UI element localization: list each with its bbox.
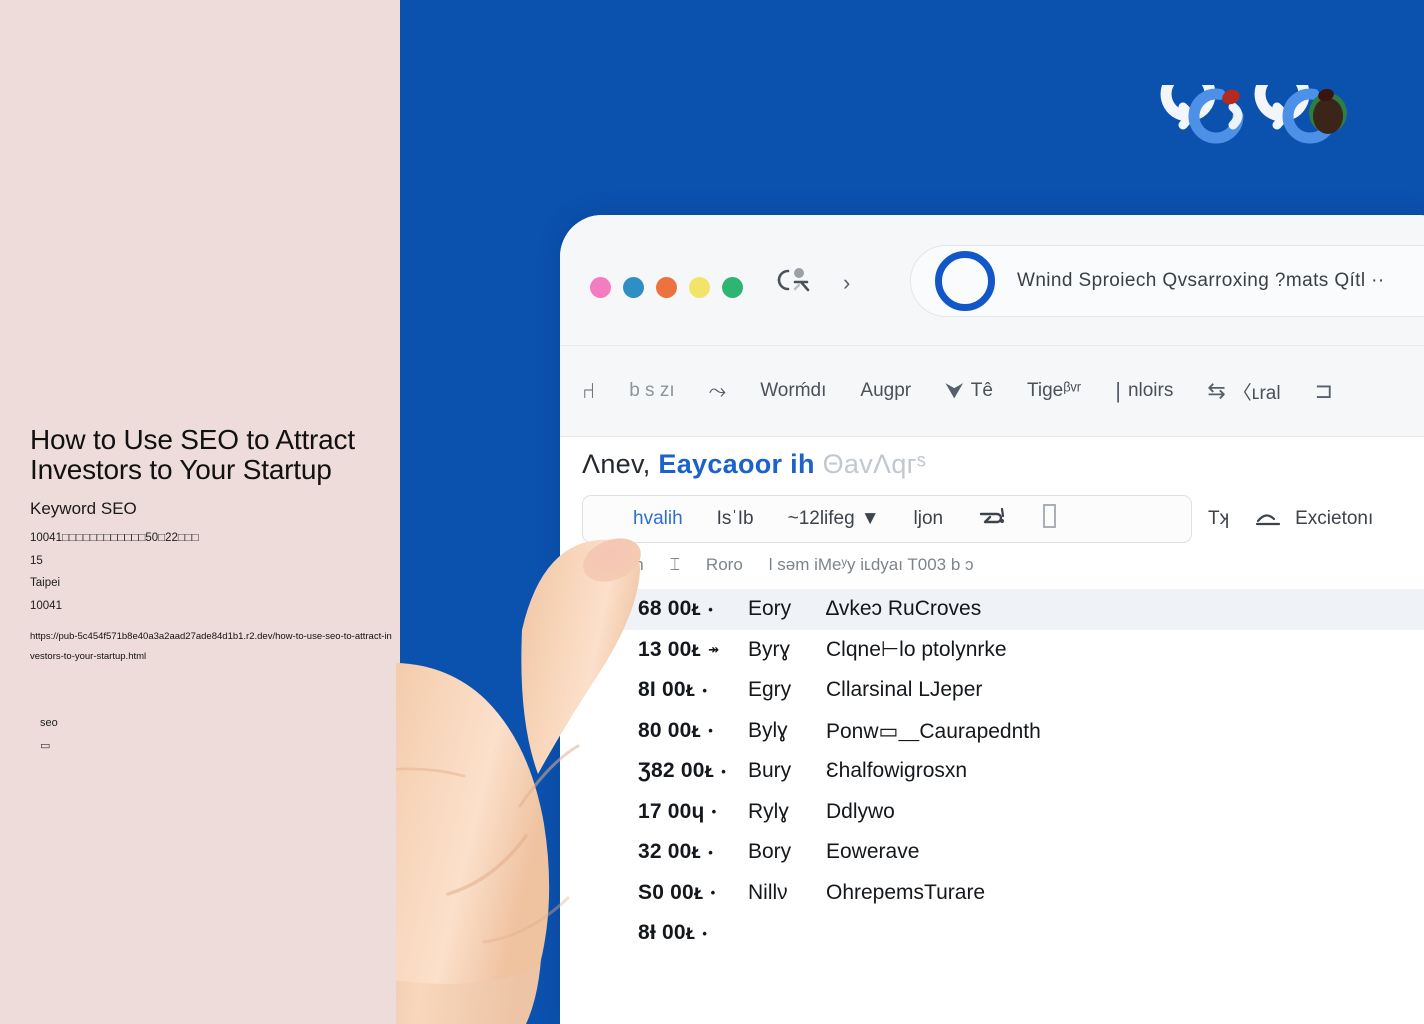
column-header-2: Roro	[705, 555, 743, 574]
row-text: Ɛhalfowigrosxn	[826, 759, 968, 783]
row-text: OhrepemsTurare	[826, 880, 986, 904]
row-trend-icon: •	[708, 723, 714, 739]
filter-primary[interactable]: hvalih	[633, 508, 683, 530]
row-text: Ponw▭⸏Caurapednth	[826, 719, 1041, 743]
window-dot-green[interactable]	[722, 277, 743, 298]
row-mid: Eory	[748, 597, 792, 621]
address-bar-text: Wnind Sproiech Qvsarroxing ?mats Qítl ··	[1017, 270, 1385, 291]
row-mid: Egry	[748, 678, 792, 702]
seo-tag: seo	[40, 717, 58, 730]
address-bar[interactable]: Wnind Sproiech Qvsarroxing ?mats Qítl ··	[910, 245, 1424, 317]
filter-item-2[interactable]: ljon	[914, 508, 944, 530]
row-trend-icon: •	[702, 925, 708, 941]
toolbar-item-0[interactable]: ⑁	[582, 378, 595, 404]
back-navigation-icon[interactable]	[775, 263, 817, 302]
toolbar-item-9[interactable]: ⊐	[1315, 378, 1333, 404]
headline-lead: Λnev,	[582, 449, 651, 479]
panel-glyph-icon: ▭	[40, 740, 50, 753]
row-text: Clqne⊢lo ptolynrke	[826, 638, 1007, 662]
frame-glyph-icon: ⊐	[1314, 378, 1334, 403]
bookmark-glyph-icon: ⑁	[582, 378, 596, 403]
filter-right-1[interactable]: Excietonı	[1255, 505, 1373, 533]
flag-glyph-icon: ⮟	[945, 378, 964, 403]
window-dot-pink[interactable]	[590, 277, 611, 298]
toolbar-item-8[interactable]: ⇆ 〈ʟral	[1207, 378, 1280, 405]
browser-toolbar[interactable]: ⑁ b s zı ⤳ Worḿdı Augpr ⮟ Tê Tigeᵝᵛʳ | …	[560, 345, 1424, 437]
meta-line-postcode: 10041	[30, 599, 62, 612]
toolbar-item-6[interactable]: Tigeᵝᵛʳ	[1027, 380, 1081, 402]
filter-right-1-label: Excietonı	[1295, 508, 1374, 529]
row-mid: Bory	[748, 840, 792, 864]
row-mid: Byrɣ	[748, 637, 791, 661]
toolbar-item-8-label: 〈ʟral	[1232, 382, 1281, 404]
row-trend-icon: ↠	[708, 641, 720, 657]
forward-chevron-icon[interactable]: ›	[843, 270, 850, 296]
row-trend-icon: •	[708, 601, 714, 617]
content-headline: Λnev, Eaycaoor ih ΘavΛqгˢ	[582, 449, 926, 480]
headline-trailing: ΘavΛqгˢ	[822, 449, 927, 479]
toolbar-item-5[interactable]: ⮟ Tê	[945, 378, 993, 404]
keyword-label: Keyword SEO	[30, 499, 137, 519]
filter-right-group[interactable]: Tʞ Excietonı	[1208, 495, 1373, 543]
toolbar-item-7-label: nloirs	[1127, 380, 1174, 401]
pointing-hand	[356, 538, 696, 1024]
filter-item-3[interactable]	[977, 504, 1007, 534]
row-trend-icon: •	[711, 804, 717, 820]
column-header-3: l səm iMeʸy iʟdyaı T003 b ɔ	[768, 555, 974, 574]
window-dot-orange[interactable]	[656, 277, 677, 298]
filter-item-0[interactable]: IsˈIb	[717, 508, 754, 530]
row-trend-icon: •	[721, 763, 727, 779]
window-dot-yellow[interactable]	[689, 277, 710, 298]
row-text: Eowerave	[826, 840, 920, 864]
page-title: How to Use SEO to Attract Investors to Y…	[30, 424, 355, 486]
reply-glyph-icon	[977, 504, 1007, 534]
meta-line-city: Taipei	[30, 577, 61, 590]
row-mid: Bury	[748, 759, 792, 783]
site-ring-icon	[935, 251, 995, 311]
headline-emphasis: Eaycaoor ih	[658, 449, 815, 479]
meta-line-address: 10041□□□□□□□□□□□□50□22□□□	[30, 532, 199, 545]
filter-item-1-label: ~12lifeg	[787, 508, 855, 529]
row-mid: Rylɣ	[748, 799, 789, 823]
chevron-down-icon: ▼	[860, 508, 880, 529]
article-url[interactable]: https://pub-5c454f571b8e40a3a2aad27ade84…	[30, 627, 392, 667]
column-glyph-icon	[1041, 503, 1057, 535]
filter-bar[interactable]: hvalih IsˈIb ~12lifeg ▼ ljon	[582, 495, 1192, 543]
row-text: ∆vkeɔ RuCroves	[826, 597, 982, 621]
left-info-panel: How to Use SEO to Attract Investors to Y…	[0, 0, 400, 1024]
row-mid: Nillν	[748, 880, 788, 904]
brand-logo	[1160, 66, 1360, 147]
filter-item-1[interactable]: ~12lifeg ▼	[788, 508, 880, 530]
filter-right-0[interactable]: Tʞ	[1208, 508, 1229, 530]
row-trend-icon: •	[710, 885, 716, 901]
meta-line-number: 15	[30, 554, 43, 567]
toolbar-item-1[interactable]: b s zı	[629, 380, 674, 402]
toolbar-item-3[interactable]: Worḿdı	[760, 380, 826, 402]
row-mid: Bylɣ	[748, 718, 788, 742]
window-dot-blue[interactable]	[623, 277, 644, 298]
toolbar-item-5-label: Tê	[970, 380, 993, 401]
pipe-divider-icon: |	[1115, 378, 1121, 403]
cart-glyph-icon: ⇆	[1207, 378, 1226, 403]
row-text: Ddlywo	[826, 799, 895, 823]
browser-chrome: › Wnind Sproiech Qvsarroxing ?mats Qítl …	[560, 215, 1424, 345]
toolbar-item-7[interactable]: | nloirs	[1115, 378, 1173, 404]
window-controls[interactable]	[590, 277, 743, 298]
row-trend-icon: •	[702, 682, 708, 698]
toolbar-item-2[interactable]: ⤳	[709, 378, 727, 404]
sort-glyph-icon	[1255, 505, 1285, 533]
row-trend-icon: •	[708, 844, 714, 860]
screenshot-stage: How to Use SEO to Attract Investors to Y…	[0, 0, 1424, 1024]
scatter-glyph-icon: ⤳	[708, 378, 727, 403]
row-text: Cllarsinal LJeper	[826, 678, 983, 702]
filter-item-4[interactable]	[1041, 503, 1057, 535]
toolbar-item-4[interactable]: Augpr	[860, 380, 911, 402]
